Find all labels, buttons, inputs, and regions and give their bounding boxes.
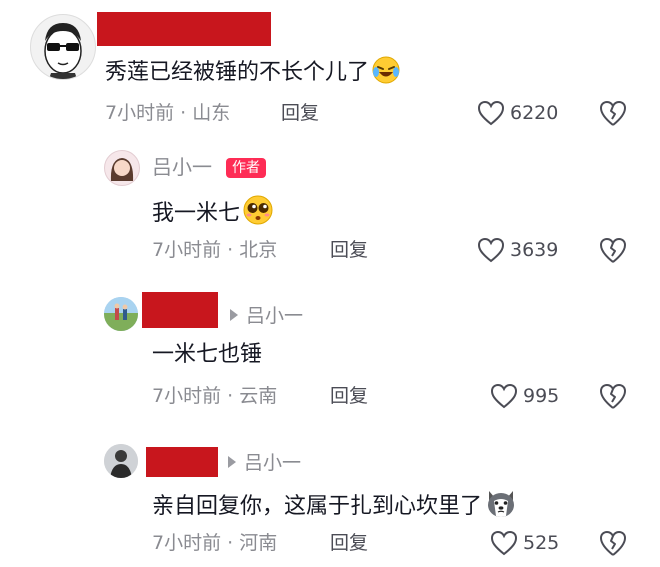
like-count: 6220 [510, 102, 559, 124]
comment-meta: 7小时前 · 山东 [105, 102, 231, 124]
dislike-button[interactable] [598, 99, 628, 127]
avatar[interactable] [104, 297, 138, 331]
like-button[interactable]: 995 [490, 382, 570, 410]
comment-meta: 7小时前 · 河南 [152, 532, 278, 554]
reply-button[interactable]: 回复 [330, 383, 368, 409]
avatar[interactable] [104, 150, 140, 186]
reply-button[interactable]: 回复 [281, 100, 319, 126]
redacted-username [146, 447, 218, 477]
person-photo-avatar-icon [104, 444, 138, 478]
reply-to-mention[interactable]: 吕小一 [230, 303, 303, 329]
reply-arrow-icon [230, 309, 238, 321]
like-button[interactable]: 3639 [477, 236, 567, 264]
avatar[interactable] [104, 444, 138, 478]
like-count: 525 [523, 532, 560, 554]
author-badge: 作者 [226, 158, 266, 178]
comment-meta: 7小时前 · 北京 [152, 239, 278, 261]
comment-text: 秀莲已经被锤的不长个儿了 [105, 55, 401, 88]
like-button[interactable]: 6220 [477, 99, 567, 127]
reply-to-mention[interactable]: 吕小一 [228, 450, 301, 476]
broken-heart-icon [600, 531, 626, 556]
laughing-crying-face-icon [371, 55, 401, 85]
heart-icon [477, 237, 505, 263]
avatar[interactable] [30, 14, 96, 80]
husky-dog-face-icon [484, 487, 518, 519]
girl-avatar-icon [110, 158, 134, 181]
redacted-username [97, 12, 271, 46]
broken-heart-icon [600, 238, 626, 263]
reply-button[interactable]: 回复 [330, 237, 368, 263]
like-button[interactable]: 525 [490, 529, 570, 557]
comment-text: 一米七也锤 [152, 342, 263, 367]
like-count: 995 [523, 385, 560, 407]
reply-button[interactable]: 回复 [330, 530, 368, 556]
comment-text: 亲自回复你，这属于扎到心坎里了 [152, 487, 518, 522]
like-count: 3639 [510, 239, 559, 261]
heart-icon [477, 100, 505, 126]
comment-meta: 7小时前 · 云南 [152, 385, 278, 407]
username[interactable]: 吕小一 [152, 154, 212, 180]
pleading-face-icon [242, 194, 274, 226]
reply-arrow-icon [228, 456, 236, 468]
cartoon-face-avatar-icon [44, 23, 82, 79]
dislike-button[interactable] [598, 236, 628, 264]
redacted-username [142, 292, 218, 328]
broken-heart-icon [600, 101, 626, 126]
dislike-button[interactable] [598, 382, 628, 410]
heart-icon [490, 530, 518, 556]
outdoor-photo-avatar-icon [104, 297, 138, 331]
dislike-button[interactable] [598, 529, 628, 557]
broken-heart-icon [600, 384, 626, 409]
comment-text: 我一米七 [152, 194, 274, 229]
heart-icon [490, 383, 518, 409]
